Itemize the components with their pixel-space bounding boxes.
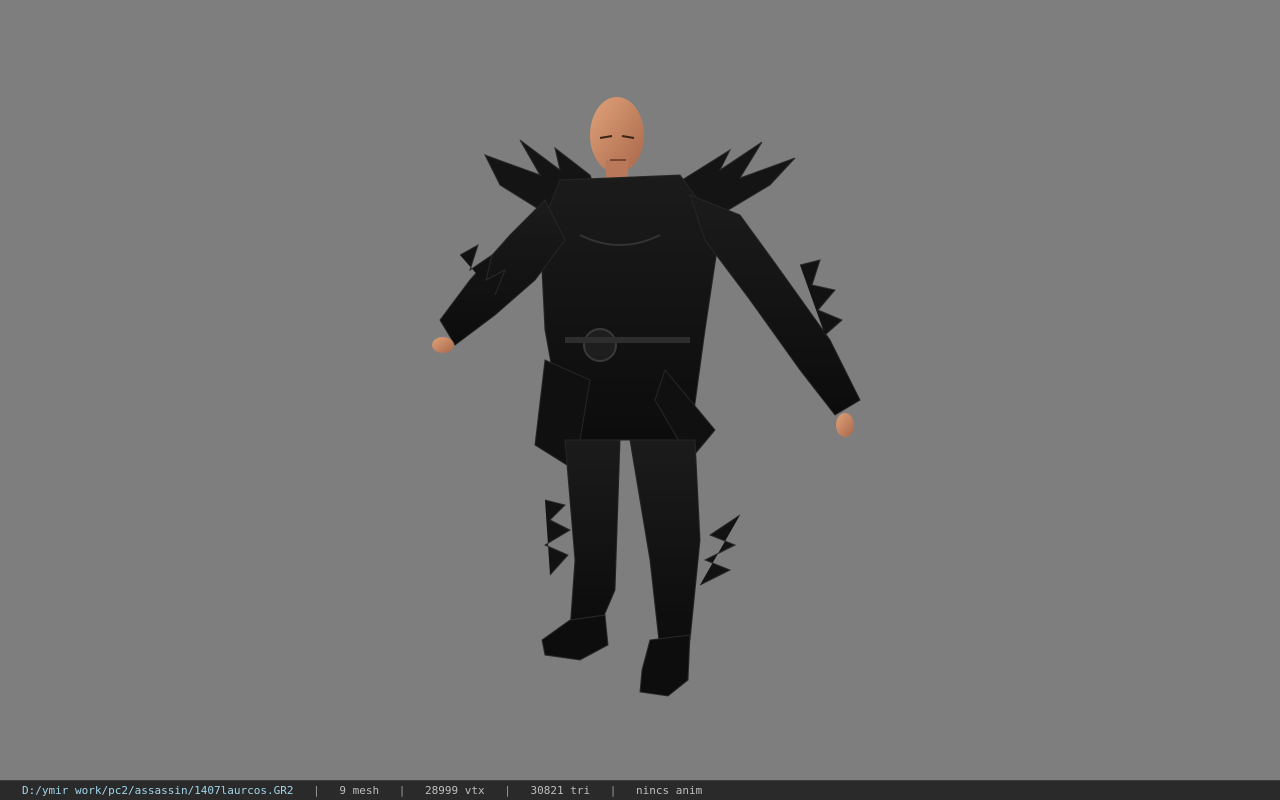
vertex-count: 28999 vtx — [425, 784, 485, 797]
separator: | — [504, 784, 511, 797]
file-path: D:/ymir work/pc2/assassin/1407laurcos.GR… — [22, 784, 294, 797]
legs — [543, 439, 741, 651]
head — [590, 97, 644, 186]
separator: | — [398, 784, 406, 797]
separator: | — [609, 784, 617, 797]
right-arm — [689, 194, 861, 437]
character-model — [432, 97, 861, 697]
mesh-count: 9 mesh — [339, 784, 380, 797]
status-bar: D:/ymir work/pc2/assassin/1407laurcos.GR… — [0, 780, 1280, 800]
animation-status: nincs anim — [636, 784, 703, 797]
triangle-count: 30821 tri — [530, 784, 591, 797]
3d-viewport[interactable] — [0, 0, 1280, 780]
separator: | — [313, 784, 320, 797]
